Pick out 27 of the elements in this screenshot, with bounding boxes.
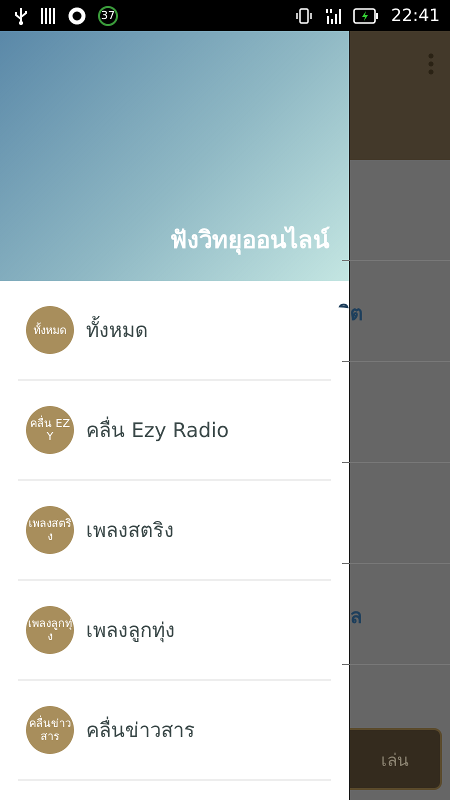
signal-icon (325, 6, 341, 24)
more-options-icon[interactable] (428, 53, 434, 75)
drawer-item[interactable]: ทั้งหมด ทั้งหมด (18, 281, 332, 381)
drawer-title: ฟังวิทยุออนไลน์ (170, 224, 330, 257)
category-badge: ทั้งหมด (26, 306, 74, 354)
category-badge: เพลงลูกทุ่ง (26, 606, 74, 654)
category-badge: เพลงสตริง (26, 506, 74, 554)
drawer-item[interactable]: คลื่นข่าวสาร คลื่นข่าวสาร (18, 681, 332, 781)
vibrate-icon (295, 6, 313, 24)
category-label: เพลงสตริง (86, 517, 174, 544)
category-label: คลื่นข่าวสาร (86, 716, 195, 744)
station-name: ล (349, 603, 364, 630)
clock: 22:41 (391, 6, 440, 26)
usb-icon (14, 6, 28, 24)
category-label: เพลงลูกทุ่ง (86, 617, 175, 644)
category-label: คลื่น Ezy Radio (86, 416, 229, 444)
drawer-item[interactable]: คลื่น EZY คลื่น Ezy Radio (18, 381, 332, 481)
drawer-item[interactable]: เพลงสตริง เพลงสตริง (18, 481, 332, 581)
ring-icon (68, 6, 86, 24)
barcode-icon (40, 6, 56, 24)
category-label: ทั้งหมด (86, 314, 148, 346)
category-badge: คลื่นข่าวสาร (26, 706, 74, 754)
play-button[interactable]: เล่น (350, 728, 442, 790)
category-badge: คลื่น EZY (26, 406, 74, 454)
notification-count: 37 (98, 6, 118, 26)
battery-charging-icon (353, 8, 379, 24)
drawer-item[interactable]: เพลงลูกทุ่ง เพลงลูกทุ่ง (18, 581, 332, 681)
